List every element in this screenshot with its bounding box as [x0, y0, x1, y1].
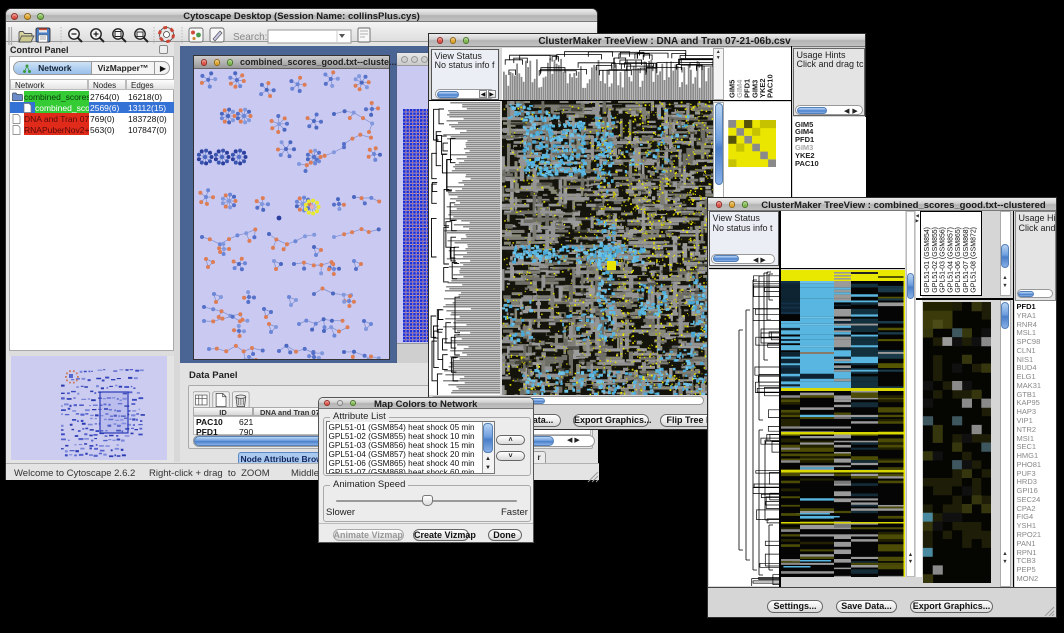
svg-text:GPL51-02 (GSM855): GPL51-02 (GSM855): [932, 227, 939, 293]
svg-text:Search:: Search:: [233, 32, 267, 43]
svg-text:GPL51-06 (GSM865): GPL51-06 (GSM865): [955, 227, 962, 293]
svg-text:GPL51-04 (GSM857): GPL51-04 (GSM857): [947, 227, 954, 293]
svg-text:PAC10: PAC10: [766, 74, 775, 98]
svg-text:GPL51-07 (GSM868): GPL51-07 (GSM868): [963, 227, 970, 293]
svg-text:GPL51-01 (GSM854): GPL51-01 (GSM854): [924, 227, 931, 293]
svg-text:GPL51-03 (GSM856): GPL51-03 (GSM856): [940, 227, 947, 293]
svg-text:GPL51-08 (GSM872): GPL51-08 (GSM872): [971, 227, 978, 293]
